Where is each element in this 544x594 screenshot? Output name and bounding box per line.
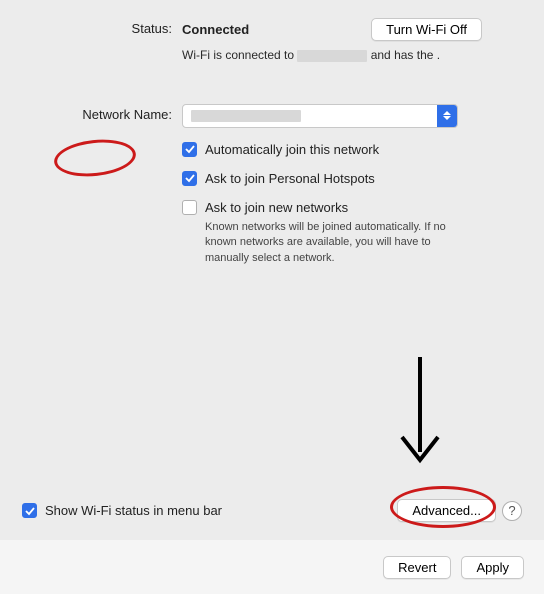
show-status-label: Show Wi-Fi status in menu bar [45, 503, 222, 518]
ask-new-description: Known networks will be joined automatica… [205, 220, 475, 266]
footer-bar: Revert Apply [0, 540, 544, 594]
help-button[interactable]: ? [502, 501, 522, 521]
wifi-settings-panel: Status: Connected Turn Wi-Fi Off Wi-Fi i… [0, 0, 544, 540]
annotation-arrow [390, 352, 450, 472]
auto-join-checkbox[interactable] [182, 142, 197, 157]
status-label: Status: [22, 18, 182, 36]
advanced-button[interactable]: Advanced... [397, 499, 496, 522]
ask-hotspot-checkbox[interactable] [182, 171, 197, 186]
apply-button[interactable]: Apply [461, 556, 524, 579]
ask-hotspot-label: Ask to join Personal Hotspots [205, 171, 375, 186]
show-status-checkbox[interactable] [22, 503, 37, 518]
ask-new-label: Ask to join new networks [205, 200, 348, 215]
ask-new-checkbox[interactable] [182, 200, 197, 215]
status-description: Wi-Fi is connected to and has the . [182, 47, 472, 64]
select-arrows-icon [437, 105, 457, 127]
revert-button[interactable]: Revert [383, 556, 451, 579]
redacted-network-name [297, 50, 367, 62]
turn-wifi-off-button[interactable]: Turn Wi-Fi Off [371, 18, 482, 41]
network-name-select[interactable] [182, 104, 458, 128]
network-name-label: Network Name: [22, 104, 182, 122]
redacted-ssid [191, 110, 301, 122]
auto-join-label: Automatically join this network [205, 142, 379, 157]
status-value: Connected [182, 22, 249, 37]
